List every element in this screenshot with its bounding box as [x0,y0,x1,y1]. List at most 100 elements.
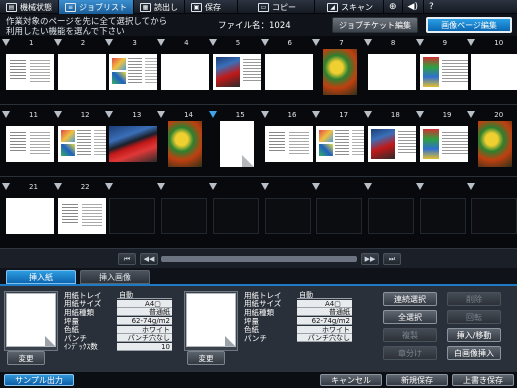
insert-position-marker[interactable] [2,183,10,190]
insert-position-marker[interactable] [312,39,321,46]
insert-position-marker[interactable] [467,111,476,118]
insert-position-marker[interactable] [260,183,269,190]
empty-page-slot [264,198,311,234]
insert-position-marker[interactable] [363,111,372,118]
page-thumbnail[interactable] [6,126,54,162]
insert-position-marker[interactable] [53,183,62,190]
tab-machine-status[interactable]: ▤ 機械状態 [0,0,59,14]
tab-scan[interactable]: ◢ スキャン [315,0,384,14]
insert-position-marker[interactable] [467,183,476,190]
insert-position-marker[interactable] [208,183,217,190]
image-page-edit-button[interactable]: 画像ページ編集 [426,17,512,33]
page-thumbnail[interactable] [419,54,468,90]
insert-position-marker[interactable] [157,183,166,190]
tab-recall[interactable]: ▦ 読出し [134,0,185,14]
message-area: 作業対象のページを先に全て選択してから 利用したい機能を選んで下さい ファイル名… [0,14,517,37]
blank-image-insert-button[interactable]: 白画像挿入 [447,346,501,360]
language-button[interactable]: ⊕ [384,0,403,14]
page-thumbnail[interactable] [316,126,365,162]
page-thumbnail[interactable] [109,126,158,162]
page-thumbnail[interactable] [168,121,203,167]
page-thumbnail[interactable] [367,126,416,162]
page-number: 16 [287,111,297,119]
cancel-button[interactable]: キャンセル [320,374,382,386]
top-navigation-bar: ▤ 機械状態 ≡ ジョブリスト ▦ 読出し ▣ 保存 ▭ コピー ◢ スキャン … [0,0,517,14]
help-button[interactable]: ? [424,0,439,14]
page-thumbnail[interactable] [478,121,513,167]
right-change-button[interactable]: 変更 [187,351,225,365]
delete-button[interactable]: 削除 [447,292,501,306]
page-thumbnail[interactable] [264,126,313,162]
page-thumbnail[interactable] [6,198,54,234]
insert-position-marker[interactable] [157,111,166,118]
info-value: 62-74g/m2 [297,317,352,326]
page-thumbnail[interactable] [219,121,254,167]
insert-position-marker[interactable] [415,39,424,46]
insert-position-marker[interactable] [415,111,424,118]
scroll-next-page-button[interactable]: ▶▶ [361,253,379,265]
rotate-button[interactable]: 回転 [447,310,501,324]
sample-print-button[interactable]: サンプル出力 [4,374,74,386]
recall-icon: ▦ [140,2,151,12]
empty-page-slot [109,198,156,234]
page-thumbnail[interactable] [57,54,106,90]
insert-position-marker[interactable] [363,183,372,190]
scroll-first-button[interactable]: ⏮ [118,253,136,265]
insert-position-marker[interactable] [208,111,217,118]
insert-position-marker[interactable] [105,39,114,46]
scroll-thumb[interactable] [161,256,357,262]
insert-position-marker[interactable] [260,39,269,46]
page-thumbnail[interactable] [264,54,313,90]
insert-position-marker[interactable] [105,183,114,190]
insert-position-marker[interactable] [415,183,424,190]
insert-position-marker[interactable] [312,183,321,190]
scroll-prev-page-button[interactable]: ◀◀ [140,253,158,265]
tab-job-list[interactable]: ≡ ジョブリスト [59,0,134,14]
new-save-button[interactable]: 新規保存 [386,374,448,386]
tab-insert-paper[interactable]: 挿入紙 [6,270,76,284]
help-icon: ? [428,2,434,12]
tab-copy[interactable]: ▭ コピー [238,0,315,14]
insert-position-marker[interactable] [260,111,269,118]
insert-position-marker[interactable] [2,111,10,118]
volume-button[interactable]: ◀) [403,0,424,14]
insert-position-marker[interactable] [157,39,166,46]
tab-save[interactable]: ▣ 保存 [185,0,238,14]
duplicate-button[interactable]: 複製 [383,328,437,342]
page-thumbnail[interactable] [367,54,416,90]
page-thumbnail[interactable] [57,198,106,234]
empty-page-slot [419,198,466,234]
overwrite-save-button[interactable]: 上書き保存 [452,374,514,386]
insert-position-marker[interactable] [312,111,321,118]
page-thumbnail[interactable] [471,54,517,90]
insert-position-marker[interactable] [2,39,10,46]
insert-position-marker[interactable] [53,111,62,118]
insert-move-button[interactable]: 挿入/移動 [447,328,501,342]
chapter-split-button[interactable]: 章分け [383,346,437,360]
job-ticket-edit-button[interactable]: ジョブチケット編集 [332,17,418,33]
scroll-last-button[interactable]: ⏭ [383,253,401,265]
left-change-button[interactable]: 変更 [7,351,45,365]
continuous-select-button[interactable]: 連続選択 [383,292,437,306]
tab-insert-image[interactable]: 挿入画像 [80,270,150,284]
footer-bar: サンプル出力 キャンセル 新規保存 上書き保存 [0,372,517,388]
page-number: 12 [80,111,90,119]
page-thumbnail[interactable] [161,54,210,90]
select-all-button[interactable]: 全選択 [383,310,437,324]
page-thumbnail[interactable] [323,49,358,95]
insert-position-marker[interactable] [53,39,62,46]
page-number: 5 [235,39,241,47]
file-name: ファイル名：1024 [218,21,291,31]
insert-settings-panel: 変更 用紙トレイ 自動 用紙サイズ A4▢ 用紙種類 普通紙 坪量 62-74g/m2 色紙 ホワ… [0,284,517,372]
insert-position-marker[interactable] [105,111,114,118]
insert-position-marker[interactable] [467,39,476,46]
page-number: 10 [494,39,504,47]
page-scrollbar[interactable]: ⏮ ◀◀ ▶▶ ⏭ [0,248,517,268]
page-thumbnail[interactable] [212,54,261,90]
page-thumbnail[interactable] [419,126,468,162]
insert-position-marker[interactable] [363,39,372,46]
page-thumbnail[interactable] [6,54,54,90]
page-thumbnail[interactable] [57,126,106,162]
insert-position-marker[interactable] [208,39,217,46]
page-thumbnail[interactable] [109,54,158,90]
